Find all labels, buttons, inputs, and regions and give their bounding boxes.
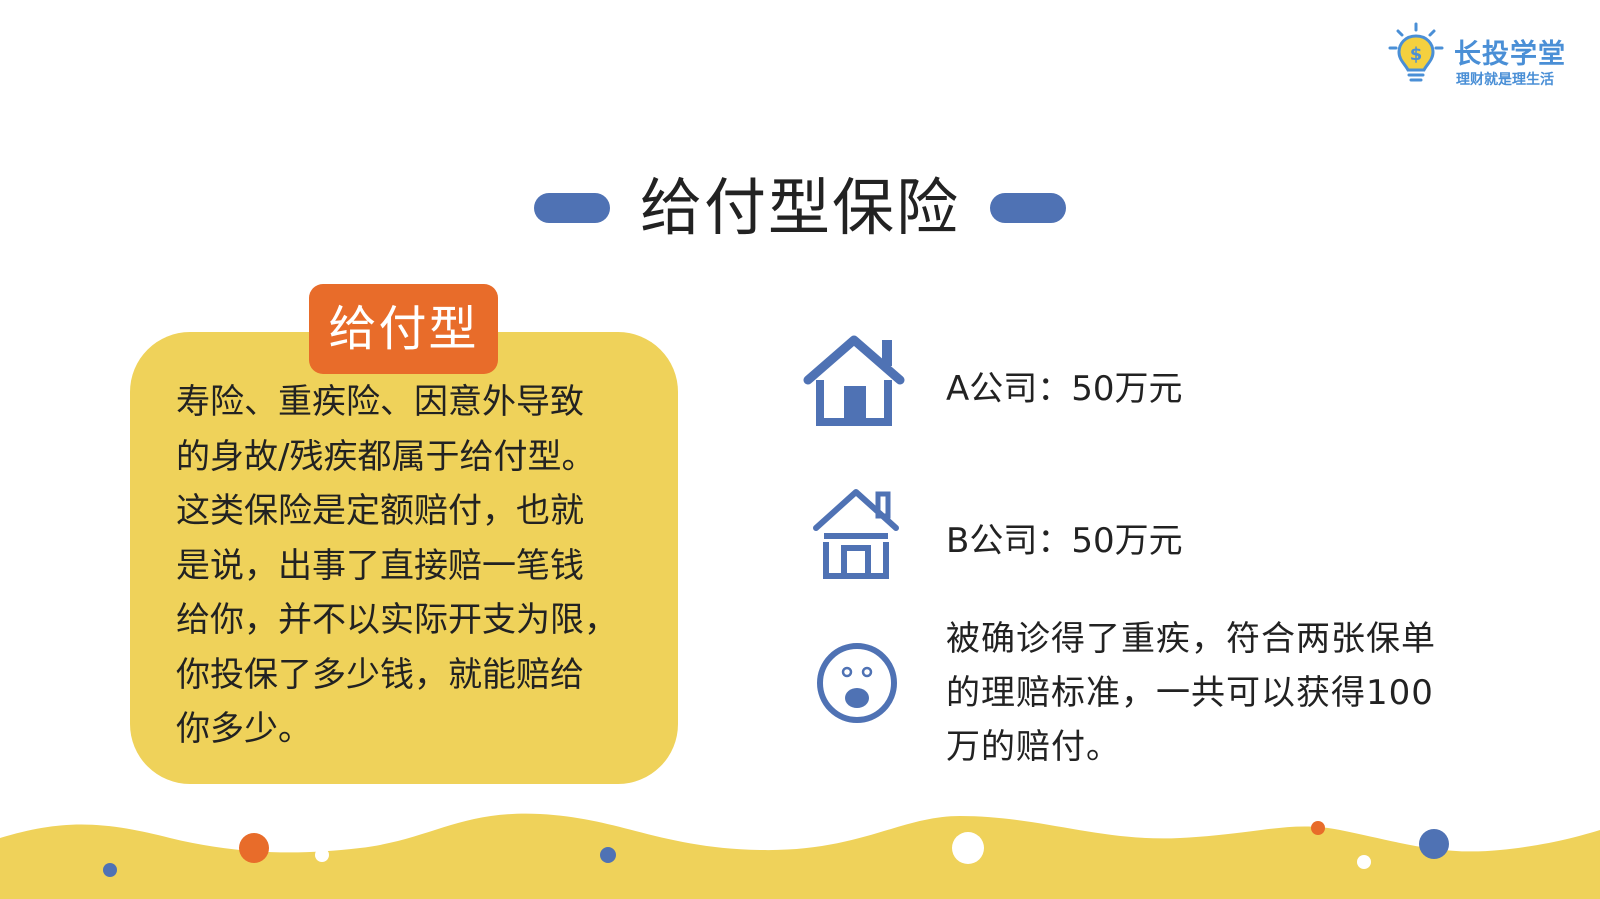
- claim-line: 的理赔标准，一共可以获得100: [946, 673, 1434, 713]
- title-decoration-left: [534, 193, 610, 223]
- card-line: 你多少。: [176, 709, 312, 749]
- house-icon: [803, 335, 905, 426]
- lightbulb-dollar-icon: $: [1388, 22, 1444, 82]
- dot: [952, 832, 984, 864]
- logo-brand: 长投学堂: [1454, 39, 1566, 70]
- card-line: 你投保了多少钱，就能赔给: [176, 654, 584, 695]
- dot: [1357, 855, 1371, 869]
- dot: [1311, 821, 1325, 835]
- shocked-face-icon: [817, 643, 897, 723]
- dot: [1419, 829, 1449, 859]
- dot: [103, 863, 117, 877]
- card-line: 的身故/残疾都属于给付型。: [176, 436, 596, 477]
- house-outline-icon: [813, 489, 899, 579]
- dot: [600, 847, 616, 863]
- card-tag: 给付型: [309, 284, 498, 374]
- card-line: 是说，出事了直接赔一笔钱: [176, 545, 584, 586]
- company-b-text: B公司：50万元: [946, 521, 1183, 561]
- logo-slogan: 理财就是理生活: [1456, 72, 1554, 88]
- card-line: 这类保险是定额赔付，也就: [176, 491, 584, 531]
- claim-line: 万的赔付。: [946, 727, 1121, 767]
- card-line: 寿险、重疾险、因意外导致: [176, 382, 584, 422]
- claim-line: 被确诊得了重疾，符合两张保单: [946, 619, 1436, 659]
- title-decoration-right: [990, 193, 1066, 223]
- card-text: 寿险、重疾险、因意外导致 的身故/残疾都属于给付型。 这类保险是定额赔付，也就 …: [176, 375, 666, 757]
- dot: [239, 833, 269, 863]
- title-block: 给付型保险: [0, 168, 1600, 248]
- company-a-text: A公司：50万元: [946, 369, 1183, 409]
- svg-text:$: $: [1410, 44, 1423, 65]
- claim-description: 被确诊得了重疾，符合两张保单 的理赔标准，一共可以获得100 万的赔付。: [946, 612, 1506, 774]
- card-line: 给你，并不以实际开支为限，: [176, 600, 618, 640]
- bottom-wave-decoration: [0, 813, 1600, 899]
- logo: $ 长投学堂 理财就是理生活: [1388, 22, 1578, 92]
- page-title: 给付型保险: [639, 171, 960, 244]
- dot: [315, 848, 329, 862]
